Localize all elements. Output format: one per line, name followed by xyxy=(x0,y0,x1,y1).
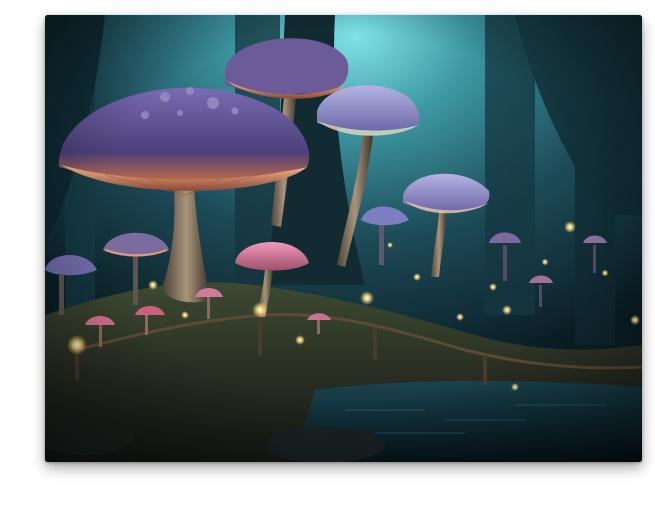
vignette xyxy=(45,15,642,462)
canvas-print xyxy=(45,15,642,462)
mushroom-forest-painting xyxy=(45,15,642,462)
